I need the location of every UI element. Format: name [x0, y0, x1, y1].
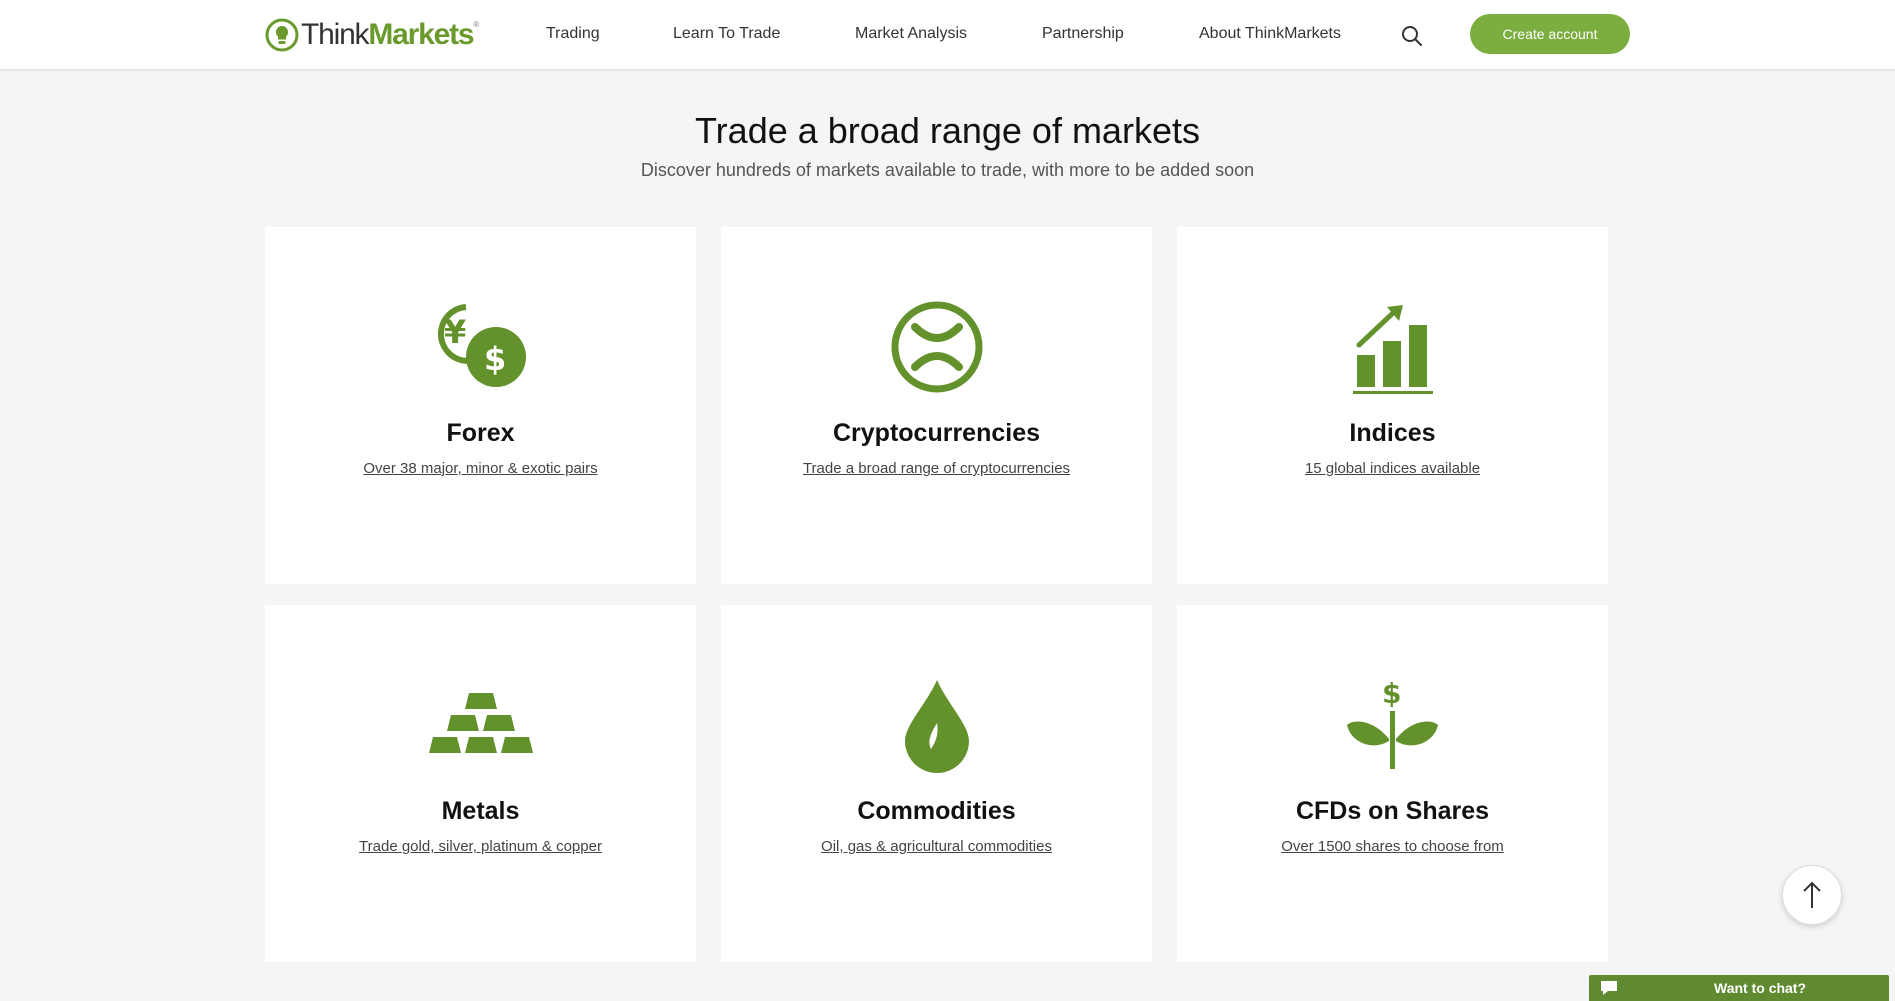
market-card-metals[interactable]: Metals Trade gold, silver, platinum & co…: [265, 605, 696, 962]
chat-label: Want to chat?: [1714, 980, 1807, 996]
nav-partnership[interactable]: Partnership: [1042, 25, 1124, 43]
card-title: Metals: [441, 797, 520, 825]
card-link[interactable]: Trade a broad range of cryptocurrencies: [803, 460, 1070, 477]
section-subtitle: Discover hundreds of markets available t…: [640, 160, 1255, 180]
card-link[interactable]: Oil, gas & agricultural commodities: [821, 838, 1052, 855]
crypto-coin-icon: [882, 297, 992, 397]
market-card-commodities[interactable]: Commodities Oil, gas & agricultural comm…: [721, 605, 1152, 962]
card-title: Cryptocurrencies: [832, 419, 1041, 447]
chat-bubble-icon: [1601, 981, 1617, 995]
money-plant-icon: $: [1338, 675, 1448, 775]
card-title: CFDs on Shares: [1295, 797, 1490, 825]
svg-text:$: $: [1382, 677, 1401, 710]
svg-text:¥: ¥: [444, 313, 466, 351]
logo-markets: Markets: [368, 18, 474, 51]
search-icon[interactable]: [1400, 24, 1424, 48]
logo-wordmark: ThinkMarkets: [301, 18, 475, 51]
section-title: Trade a broad range of markets: [695, 110, 1200, 151]
chat-widget[interactable]: Want to chat?: [1589, 975, 1889, 1001]
svg-text:$: $: [484, 340, 506, 378]
nav-market-analysis[interactable]: Market Analysis: [855, 25, 967, 43]
logo-registered-mark: ®: [473, 20, 480, 29]
card-link[interactable]: 15 global indices available: [1305, 460, 1480, 477]
create-account-button[interactable]: Create account: [1470, 14, 1630, 54]
market-card-forex[interactable]: ¥ $ Forex Over 38 major, minor & exotic …: [265, 227, 696, 584]
thinkmarkets-logo[interactable]: ThinkMarkets ®: [265, 16, 479, 54]
market-card-cryptocurrencies[interactable]: Cryptocurrencies Trade a broad range of …: [721, 227, 1152, 584]
arrow-up-icon: [1803, 881, 1821, 908]
lightbulb-logo-icon: [265, 18, 299, 52]
site-header: ThinkMarkets ® Trading Learn To Trade Ma…: [0, 0, 1895, 70]
logo-think: Think: [301, 18, 370, 51]
nav-learn-to-trade[interactable]: Learn To Trade: [673, 25, 780, 43]
oil-drop-icon: [882, 675, 992, 775]
card-link[interactable]: Over 38 major, minor & exotic pairs: [363, 460, 597, 477]
card-title: Indices: [1349, 419, 1436, 447]
card-title: Commodities: [857, 797, 1016, 825]
back-to-top-button[interactable]: [1782, 865, 1842, 925]
nav-trading[interactable]: Trading: [546, 25, 600, 43]
market-card-indices[interactable]: Indices 15 global indices available: [1177, 227, 1608, 584]
card-link[interactable]: Over 1500 shares to choose from: [1281, 838, 1504, 855]
gold-bars-icon: [426, 675, 536, 775]
card-title: Forex: [446, 419, 515, 447]
bar-chart-growth-icon: [1338, 297, 1448, 397]
nav-about-thinkmarkets[interactable]: About ThinkMarkets: [1199, 25, 1341, 43]
card-link[interactable]: Trade gold, silver, platinum & copper: [359, 838, 602, 855]
market-card-cfds-on-shares[interactable]: $ CFDs on Shares Over 1500 shares to cho…: [1177, 605, 1608, 962]
currency-exchange-icon: ¥ $: [426, 297, 536, 397]
